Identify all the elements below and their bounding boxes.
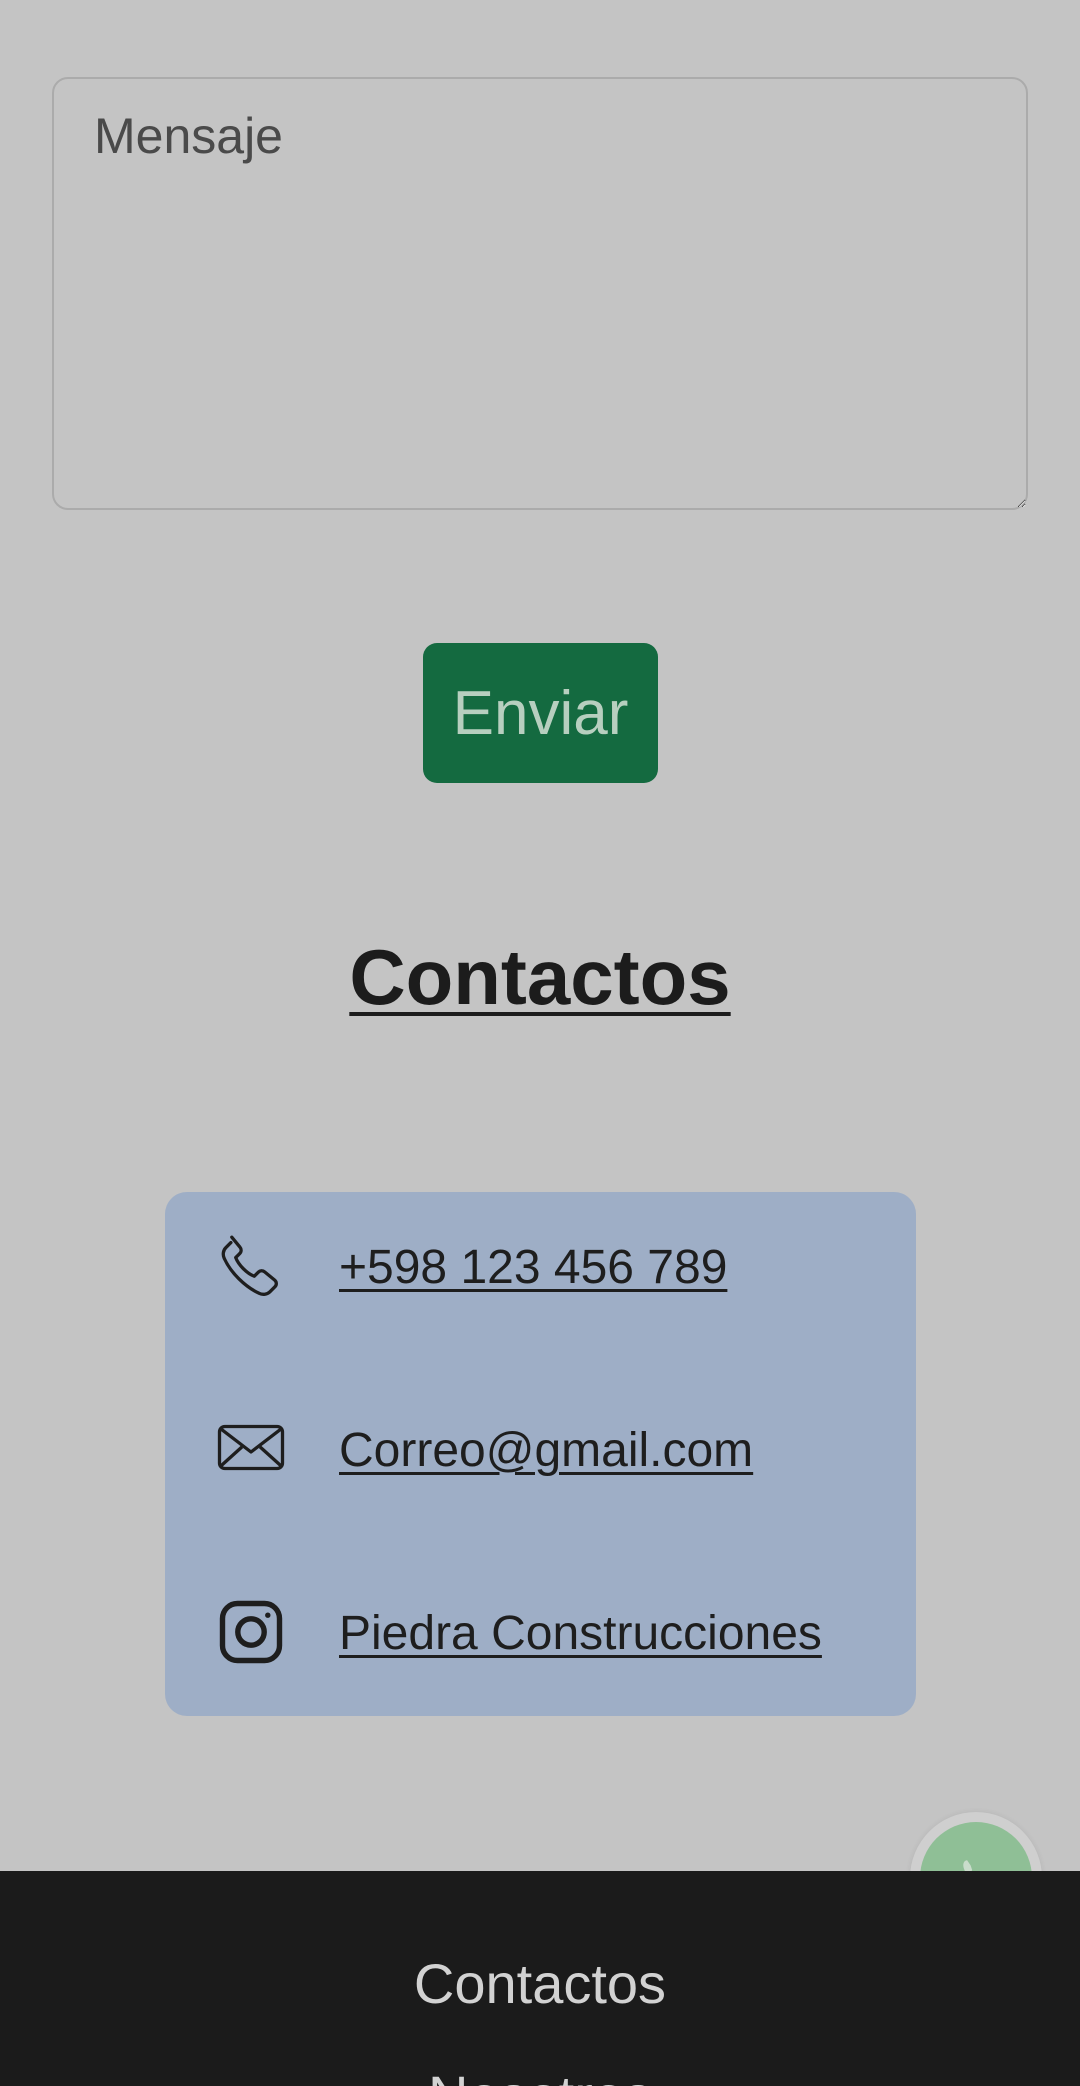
footer-link-contactos[interactable]: Contactos <box>0 1951 1080 2016</box>
instagram-link[interactable]: Piedra Construcciones <box>339 1606 822 1661</box>
contact-card: +598 123 456 789 Correo@gmail.com Piedra… <box>165 1192 916 1716</box>
phone-link[interactable]: +598 123 456 789 <box>339 1240 727 1295</box>
contact-page: Enviar Contactos +598 123 456 789 Correo… <box>0 0 1080 2086</box>
footer: Contactos Nosotros <box>0 1871 1080 2086</box>
phone-icon <box>215 1230 287 1302</box>
email-link[interactable]: Correo@gmail.com <box>339 1423 753 1478</box>
contact-item-email: Correo@gmail.com <box>165 1413 916 1513</box>
contact-item-instagram: Piedra Construcciones <box>165 1596 916 1696</box>
instagram-icon <box>215 1596 287 1668</box>
message-textarea[interactable] <box>52 77 1028 510</box>
contact-item-phone: +598 123 456 789 <box>165 1230 916 1330</box>
send-button[interactable]: Enviar <box>423 643 658 783</box>
contacts-heading: Contactos <box>349 933 731 1021</box>
mail-icon <box>215 1413 287 1485</box>
footer-link-nosotros[interactable]: Nosotros <box>0 2063 1080 2086</box>
